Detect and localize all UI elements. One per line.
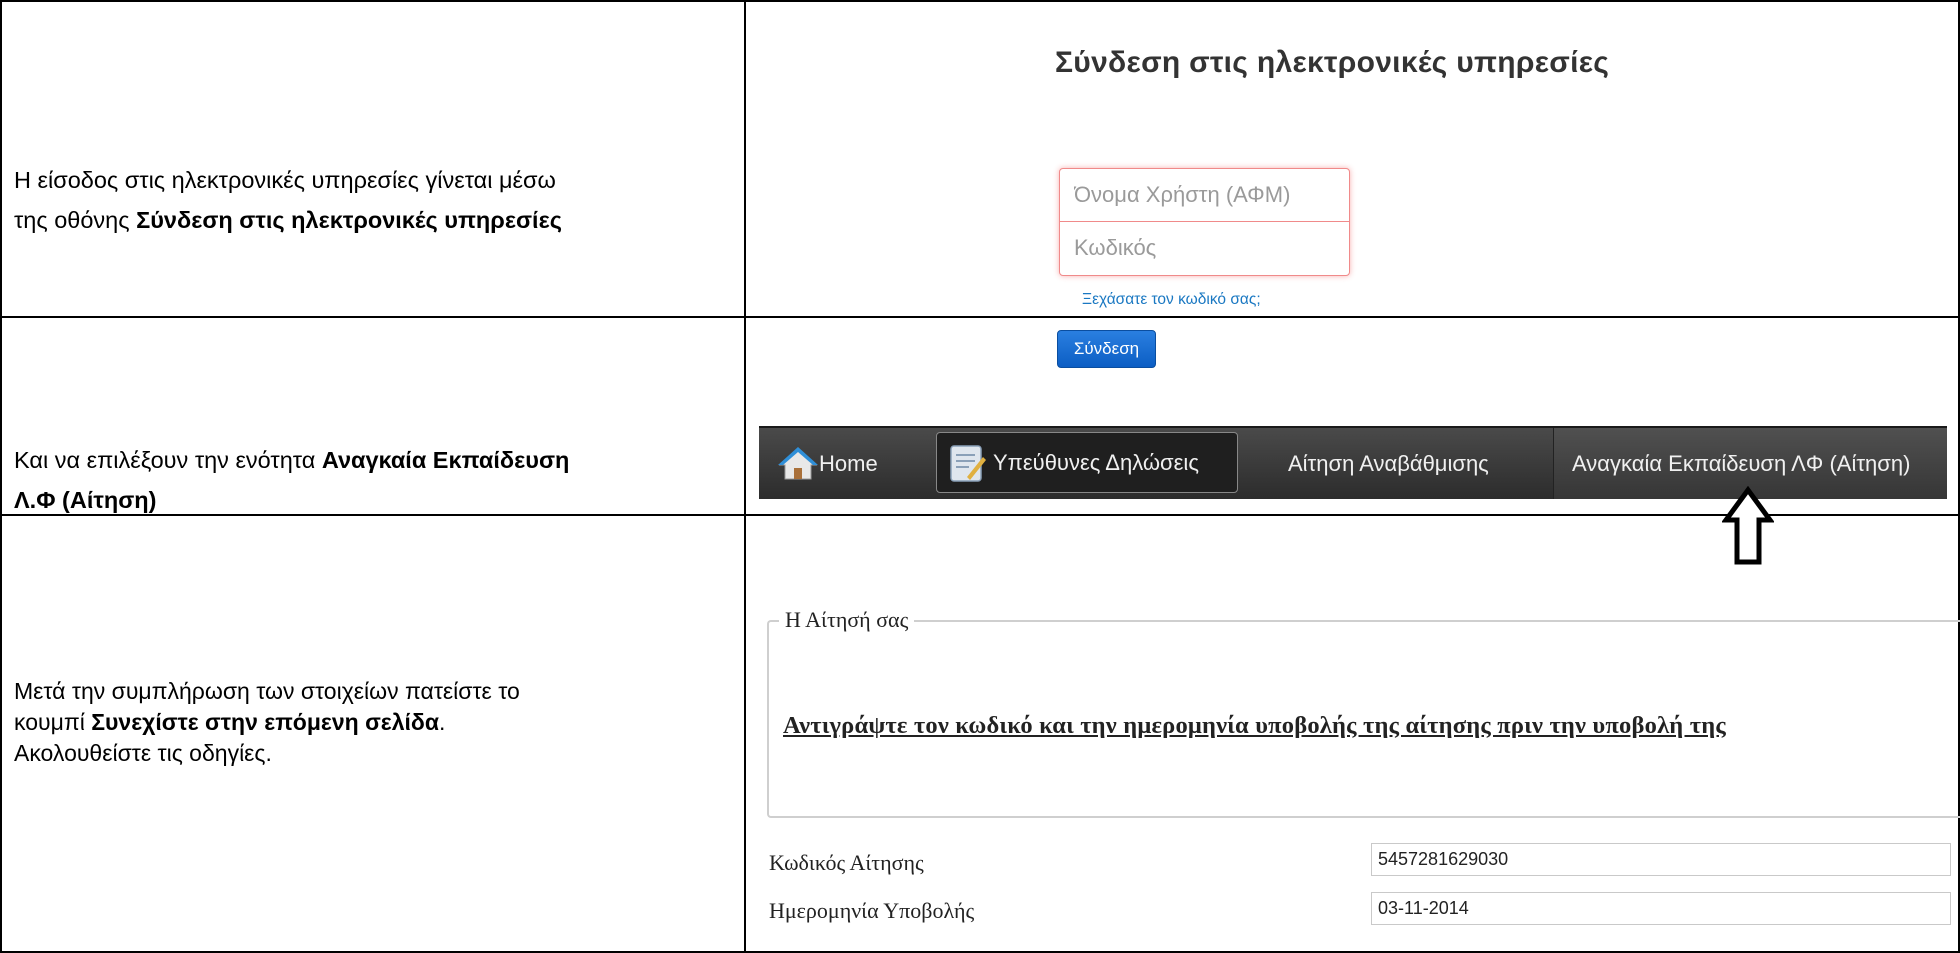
login-title: Σύνδεση στις ηλεκτρονικές υπηρεσίες (1055, 46, 1610, 79)
instruction-row-1-line1: Η είσοδος στις ηλεκτρονικές υπηρεσίες γί… (14, 167, 556, 193)
login-form (1059, 168, 1350, 276)
instruction-row-3: Μετά την συμπλήρωση των στοιχείων πατείσ… (14, 676, 730, 769)
instruction-row-1-line2: της οθόνης Σύνδεση στις ηλεκτρονικές υπη… (14, 207, 562, 233)
application-code-label: Κωδικός Αίτησης (769, 850, 924, 875)
nav-item-home[interactable]: Home (777, 428, 927, 499)
table-border-top (0, 0, 1960, 2)
username-input[interactable] (1060, 169, 1349, 221)
nav-item-necessary-training-label: Αναγκαία Εκπαίδευση ΛΦ (Αίτηση) (1572, 450, 1911, 476)
instruction-row-3-line2: κουμπί Συνεχίστε στην επόμενη σελίδα. (14, 709, 446, 735)
instruction-row-3-line3: Ακολουθείστε τις οδηγίες. (14, 740, 272, 766)
application-legend: Η Αίτησή σας (779, 607, 915, 633)
login-button[interactable]: Σύνδεση (1057, 330, 1156, 368)
password-input[interactable] (1060, 222, 1349, 274)
application-code-field[interactable]: 5457281629030 (1371, 843, 1951, 876)
nav-item-declarations[interactable]: Υπεύθυνες Δηλώσεις (936, 432, 1238, 493)
nav-item-upgrade-application[interactable]: Αίτηση Αναβάθμισης (1288, 428, 1548, 499)
row-divider-1 (0, 316, 1960, 318)
instruction-row-2: Και να επιλέξουν την ενότητα Αναγκαία Εκ… (14, 440, 730, 520)
application-warning: Αντιγράψτε τον κωδικό και την ημερομηνία… (783, 712, 1726, 739)
forgot-password-link[interactable]: Ξεχάσατε τον κωδικό σας; (1082, 291, 1261, 309)
table-border-left (0, 0, 2, 953)
submission-date-label: Ημερομηνία Υποβολής (769, 898, 975, 923)
home-icon (777, 443, 819, 485)
instruction-row-2-line1: Και να επιλέξουν την ενότητα Αναγκαία Εκ… (14, 447, 570, 473)
declarations-icon (945, 441, 989, 485)
submission-date-field[interactable]: 03-11-2014 (1371, 892, 1951, 925)
instruction-row-3-line1: Μετά την συμπλήρωση των στοιχείων πατείσ… (14, 678, 520, 704)
nav-item-upgrade-label: Αίτηση Αναβάθμισης (1288, 450, 1489, 476)
instruction-row-1: Η είσοδος στις ηλεκτρονικές υπηρεσίες γί… (14, 160, 730, 240)
instruction-row-2-line2: Λ.Φ (Αίτηση) (14, 487, 157, 513)
arrow-up-icon (1721, 485, 1775, 566)
nav-item-declarations-label: Υπεύθυνες Δηλώσεις (993, 449, 1199, 475)
nav-item-home-label: Home (819, 450, 878, 476)
column-divider (744, 0, 746, 953)
